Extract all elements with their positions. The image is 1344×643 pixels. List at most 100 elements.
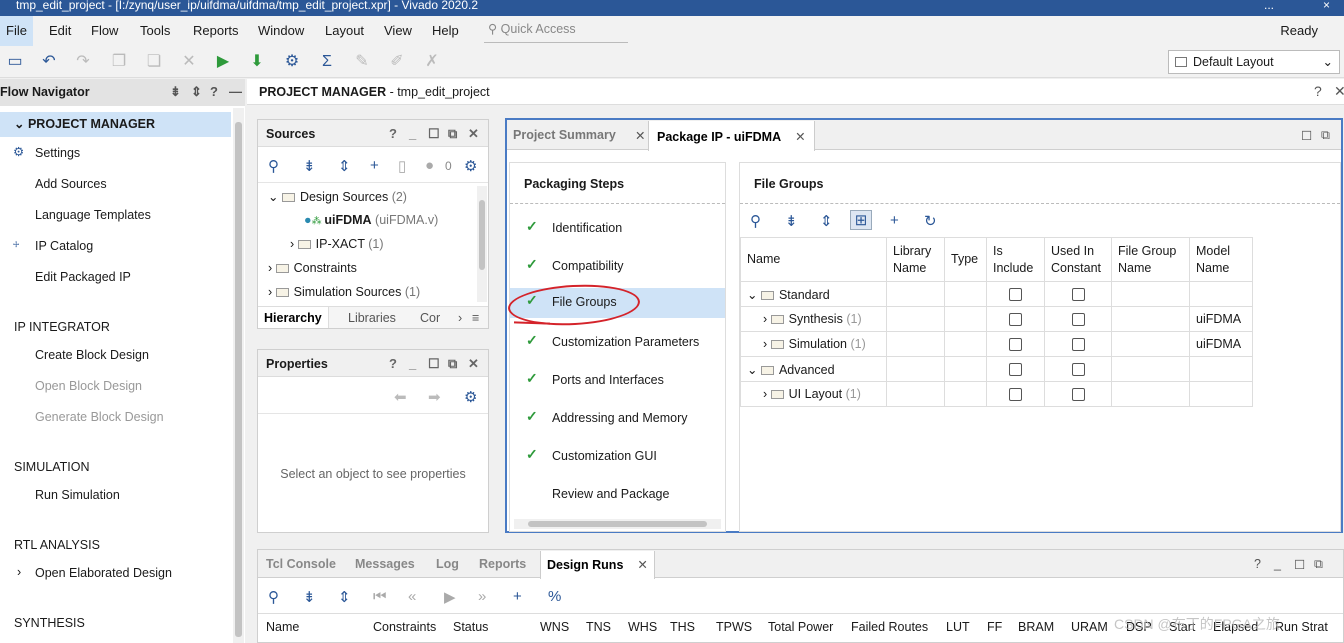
search-icon[interactable]: ⚲ <box>268 588 279 606</box>
tab-project-summary[interactable]: Project Summary <box>513 128 616 142</box>
fnav-generate-block-design[interactable]: Generate Block Design <box>35 410 164 424</box>
tab-reports[interactable]: Reports <box>479 557 526 571</box>
fnav-language-templates[interactable]: Language Templates <box>35 208 151 222</box>
step-review-and-package[interactable]: Review and Package <box>510 480 725 510</box>
tree-row-constraints[interactable]: › Constraints <box>268 261 357 275</box>
tree-row-uifdma[interactable]: ●⁂ uiFDMA (uiFDMA.v) <box>304 213 438 227</box>
col-tns[interactable]: TNS <box>586 620 611 634</box>
used-in-constant-checkbox[interactable] <box>1071 313 1085 327</box>
col-total-power[interactable]: Total Power <box>768 620 833 634</box>
step-customization-gui[interactable]: ✓ Customization GUI <box>510 442 725 472</box>
help-icon[interactable]: ? <box>210 84 218 99</box>
menu-file[interactable]: File <box>0 16 33 46</box>
menu-icon[interactable]: ≡ <box>472 311 479 325</box>
col-type[interactable]: Type <box>944 237 987 282</box>
used-in-constant-checkbox[interactable] <box>1071 388 1085 402</box>
percent-icon[interactable]: % <box>548 588 561 605</box>
run-icon[interactable]: ▶ <box>214 53 232 71</box>
tab-libraries[interactable]: Libraries <box>348 311 396 325</box>
expand-all-icon[interactable]: ⇕ <box>820 212 833 230</box>
chevron-right-icon[interactable]: › <box>458 311 462 325</box>
collapse-all-icon[interactable]: ⇟ <box>785 212 798 230</box>
col-tpws[interactable]: TPWS <box>716 620 752 634</box>
maximize-icon[interactable]: ☐ <box>1294 557 1305 572</box>
previous-icon[interactable]: « <box>408 588 416 605</box>
paste-icon[interactable]: ❏ <box>145 53 163 71</box>
menu-layout[interactable]: Layout <box>325 23 364 38</box>
gear-icon[interactable]: ⚙ <box>464 157 477 175</box>
scroll-thumb[interactable] <box>528 521 707 527</box>
search-icon[interactable]: ⚲ <box>750 212 761 230</box>
chevron-right-icon[interactable]: › <box>763 387 771 401</box>
fnav-ip-catalog[interactable]: IP Catalog <box>35 239 93 253</box>
tree-row-design-sources[interactable]: ⌄ Design Sources (2) <box>268 189 407 204</box>
document-icon[interactable]: ▯ <box>398 157 406 175</box>
quick-access-search[interactable]: ⚲ Quick Access <box>484 18 628 43</box>
table-row[interactable]: › Simulation (1) uiFDMA <box>740 331 1253 357</box>
expand-all-icon[interactable]: ⇕ <box>338 157 351 175</box>
step-compatibility[interactable]: ✓ Compatibility <box>510 252 725 282</box>
edit-icon[interactable]: ✐ <box>388 53 406 71</box>
used-in-constant-checkbox[interactable] <box>1071 288 1085 302</box>
is-include-checkbox[interactable] <box>1009 388 1022 402</box>
tab-hierarchy[interactable]: Hierarchy <box>258 307 329 328</box>
menu-window[interactable]: Window <box>258 23 304 38</box>
fnav-synthesis[interactable]: SYNTHESIS <box>14 616 85 630</box>
steps-scrollbar[interactable] <box>514 519 721 529</box>
fnav-open-elaborated-design[interactable]: Open Elaborated Design <box>35 566 172 580</box>
table-row[interactable]: ⌄ Standard <box>740 281 1253 307</box>
used-in-constant-checkbox[interactable] <box>1071 338 1085 352</box>
open-folder-icon[interactable]: ▭ <box>6 53 24 71</box>
layout-dropdown[interactable]: Default Layout ⌄ <box>1168 50 1340 74</box>
col-status[interactable]: Status <box>453 620 488 634</box>
refresh-icon[interactable]: ↻ <box>924 212 937 230</box>
add-icon[interactable]: + <box>890 212 899 229</box>
is-include-checkbox[interactable] <box>1009 338 1022 352</box>
col-used-in-constant[interactable]: Used In Constant <box>1044 237 1112 282</box>
close-icon[interactable]: ✕ <box>795 130 805 144</box>
float-icon[interactable]: ⧉ <box>448 126 457 142</box>
expand-arrow-icon[interactable]: › <box>17 565 21 579</box>
step-customization-parameters[interactable]: ✓ Customization Parameters <box>510 328 725 358</box>
close-icon[interactable]: ✕ <box>468 126 479 142</box>
tree-row-ip-xact[interactable]: › IP-XACT (1) <box>290 237 384 251</box>
close-icon[interactable]: ✕ <box>468 356 479 372</box>
scroll-thumb[interactable] <box>479 200 485 270</box>
col-constraints[interactable]: Constraints <box>373 620 436 634</box>
maximize-icon[interactable]: ☐ <box>1301 128 1312 143</box>
col-model-name[interactable]: Model Name <box>1189 237 1253 282</box>
float-icon[interactable]: ⧉ <box>1321 128 1330 143</box>
expand-all-icon[interactable]: ⇕ <box>191 84 202 100</box>
copy-icon[interactable]: ❐ <box>110 53 128 71</box>
settings-gear-icon[interactable]: ⚙ <box>283 53 301 71</box>
maximize-icon[interactable]: ☐ <box>428 356 440 372</box>
minimize-button[interactable]: ... <box>1264 0 1274 11</box>
tab-compile-order[interactable]: Cor <box>420 311 440 325</box>
back-arrow-icon[interactable]: ⬅ <box>394 388 407 406</box>
sources-scrollbar[interactable] <box>477 186 487 302</box>
col-file-group-name[interactable]: File Group Name <box>1111 237 1190 282</box>
col-ff[interactable]: FF <box>987 620 1002 634</box>
add-icon[interactable]: + <box>370 157 379 174</box>
help-icon[interactable]: ? <box>389 356 397 371</box>
close-window-button[interactable]: × <box>1323 0 1330 11</box>
minimize-icon[interactable]: _ <box>409 126 416 141</box>
col-uram[interactable]: URAM <box>1071 620 1108 634</box>
chevron-right-icon[interactable]: › <box>763 312 771 326</box>
fnav-ip-integrator[interactable]: IP INTEGRATOR <box>14 320 110 334</box>
gear-icon[interactable]: ⚙ <box>464 388 477 406</box>
help-icon[interactable]: ? <box>389 126 397 141</box>
fnav-edit-packaged-ip[interactable]: Edit Packaged IP <box>35 270 131 284</box>
is-include-checkbox[interactable] <box>1009 363 1022 377</box>
menu-tools[interactable]: Tools <box>140 23 170 38</box>
add-icon[interactable]: + <box>513 588 522 605</box>
col-ths[interactable]: THS <box>670 620 695 634</box>
fnav-simulation[interactable]: SIMULATION <box>14 460 89 474</box>
redo-icon[interactable]: ↷ <box>74 53 92 71</box>
chevron-down-icon[interactable]: ⌄ <box>747 363 761 377</box>
minimize-icon[interactable]: _ <box>409 356 416 371</box>
collapse-all-icon[interactable]: ⇟ <box>303 157 316 175</box>
sigma-icon[interactable]: Σ <box>318 53 336 71</box>
group-by-icon[interactable]: ⊞ <box>850 210 872 230</box>
help-icon[interactable]: ? <box>1314 83 1322 99</box>
